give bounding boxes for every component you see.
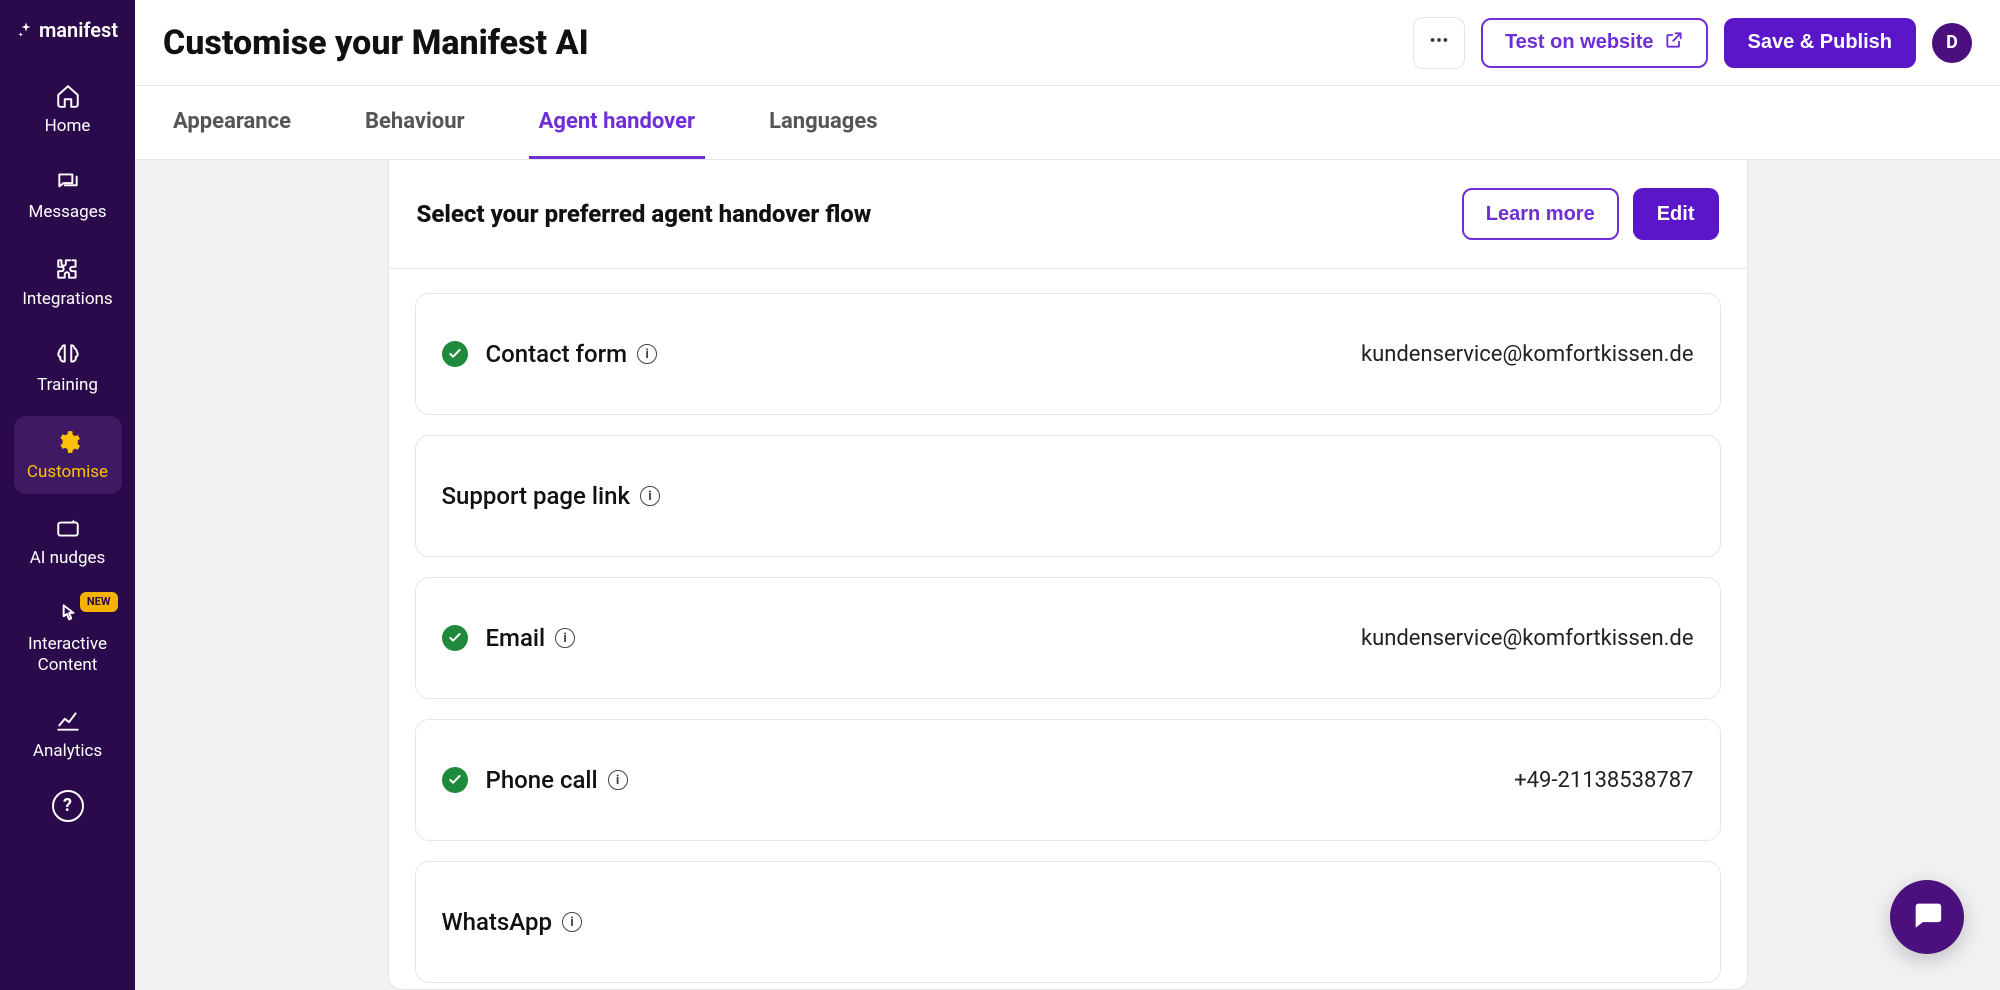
puzzle-icon	[54, 255, 82, 283]
sidebar-item-integrations[interactable]: Integrations	[14, 243, 122, 321]
content-area: Select your preferred agent handover flo…	[135, 160, 2000, 990]
sidebar-item-analytics[interactable]: Analytics	[14, 695, 122, 773]
page-title: Customise your Manifest AI	[163, 23, 1397, 63]
panel-title: Select your preferred agent handover flo…	[417, 200, 1448, 228]
test-on-website-button[interactable]: Test on website	[1481, 18, 1708, 68]
brand-name: manifest	[39, 18, 118, 42]
topbar: Customise your Manifest AI Test on websi…	[135, 0, 2000, 86]
row-label-text: WhatsApp	[442, 908, 552, 936]
chat-icon	[1910, 898, 1944, 936]
check-icon	[442, 341, 468, 367]
info-icon[interactable]: i	[640, 486, 660, 506]
handover-panel: Select your preferred agent handover flo…	[388, 160, 1748, 990]
learn-more-label: Learn more	[1486, 203, 1595, 226]
sparkle-icon	[17, 21, 35, 39]
row-contact-form[interactable]: Contact form i kundenservice@komfortkiss…	[415, 293, 1721, 415]
card-sparkle-icon	[54, 514, 82, 542]
row-whatsapp[interactable]: WhatsApp i	[415, 861, 1721, 983]
tab-behaviour[interactable]: Behaviour	[355, 86, 475, 159]
edit-label: Edit	[1657, 203, 1695, 226]
sidebar-item-home[interactable]: Home	[14, 70, 122, 148]
save-publish-button[interactable]: Save & Publish	[1724, 18, 1917, 68]
tab-label: Behaviour	[365, 109, 465, 134]
sidebar-item-interactive-content[interactable]: NEW Interactive Content	[14, 588, 122, 687]
row-label: Contact form i	[486, 340, 658, 368]
test-on-website-label: Test on website	[1505, 31, 1654, 54]
chat-fab[interactable]	[1890, 880, 1964, 954]
tab-appearance[interactable]: Appearance	[163, 86, 301, 159]
sidebar-item-label: Interactive Content	[18, 634, 118, 675]
ellipsis-icon	[1428, 29, 1450, 57]
check-icon	[442, 625, 468, 651]
info-icon[interactable]: i	[562, 912, 582, 932]
row-value: kundenservice@komfortkissen.de	[1361, 626, 1694, 651]
tab-label: Appearance	[173, 109, 291, 134]
row-label-text: Phone call	[486, 766, 598, 794]
sidebar-item-ai-nudges[interactable]: AI nudges	[14, 502, 122, 580]
gear-icon	[54, 428, 82, 456]
tab-languages[interactable]: Languages	[759, 86, 887, 159]
row-label: WhatsApp i	[442, 908, 582, 936]
brand-logo: manifest	[17, 18, 118, 42]
sidebar-item-label: Training	[37, 375, 98, 395]
learn-more-button[interactable]: Learn more	[1462, 188, 1619, 240]
sidebar-item-customise[interactable]: Customise	[14, 416, 122, 494]
panel-header: Select your preferred agent handover flo…	[389, 160, 1747, 269]
row-value: kundenservice@komfortkissen.de	[1361, 342, 1694, 367]
more-options-button[interactable]	[1413, 17, 1465, 69]
info-icon[interactable]: i	[637, 344, 657, 364]
row-support-page-link[interactable]: Support page link i	[415, 435, 1721, 557]
sidebar: manifest Home Messages Integrations Tra	[0, 0, 135, 990]
sidebar-item-label: Customise	[27, 462, 108, 482]
tab-label: Languages	[769, 109, 877, 134]
sidebar-nav: Home Messages Integrations Training Cust	[0, 70, 135, 832]
row-label-text: Support page link	[442, 482, 630, 510]
tab-label: Agent handover	[539, 109, 695, 134]
row-label: Phone call i	[486, 766, 628, 794]
check-icon	[442, 767, 468, 793]
brain-icon	[54, 341, 82, 369]
sidebar-item-label: Analytics	[33, 741, 102, 761]
sidebar-item-label: Integrations	[22, 289, 112, 309]
avatar-initial: D	[1946, 32, 1958, 53]
external-link-icon	[1664, 30, 1684, 56]
row-email[interactable]: Email i kundenservice@komfortkissen.de	[415, 577, 1721, 699]
new-badge: NEW	[80, 592, 118, 611]
info-icon[interactable]: i	[555, 628, 575, 648]
edit-button[interactable]: Edit	[1633, 188, 1719, 240]
help-icon[interactable]: ?	[52, 790, 84, 822]
sidebar-item-training[interactable]: Training	[14, 329, 122, 407]
row-label-text: Email	[486, 624, 546, 652]
sidebar-item-messages[interactable]: Messages	[14, 156, 122, 234]
chart-line-icon	[54, 707, 82, 735]
tabs: Appearance Behaviour Agent handover Lang…	[135, 86, 2000, 160]
save-publish-label: Save & Publish	[1748, 31, 1893, 54]
row-label-text: Contact form	[486, 340, 628, 368]
sidebar-item-label: Messages	[29, 202, 107, 222]
home-icon	[54, 82, 82, 110]
row-label: Email i	[486, 624, 576, 652]
row-phone-call[interactable]: Phone call i +49-21138538787	[415, 719, 1721, 841]
row-value: +49-21138538787	[1514, 768, 1693, 793]
row-label: Support page link i	[442, 482, 660, 510]
handover-rows: Contact form i kundenservice@komfortkiss…	[389, 269, 1747, 990]
tab-agent-handover[interactable]: Agent handover	[529, 86, 705, 159]
sidebar-item-label: AI nudges	[30, 548, 106, 568]
sidebar-item-label: Home	[45, 116, 91, 136]
avatar[interactable]: D	[1932, 23, 1972, 63]
info-icon[interactable]: i	[608, 770, 628, 790]
messages-icon	[54, 168, 82, 196]
pointer-icon	[54, 600, 82, 628]
